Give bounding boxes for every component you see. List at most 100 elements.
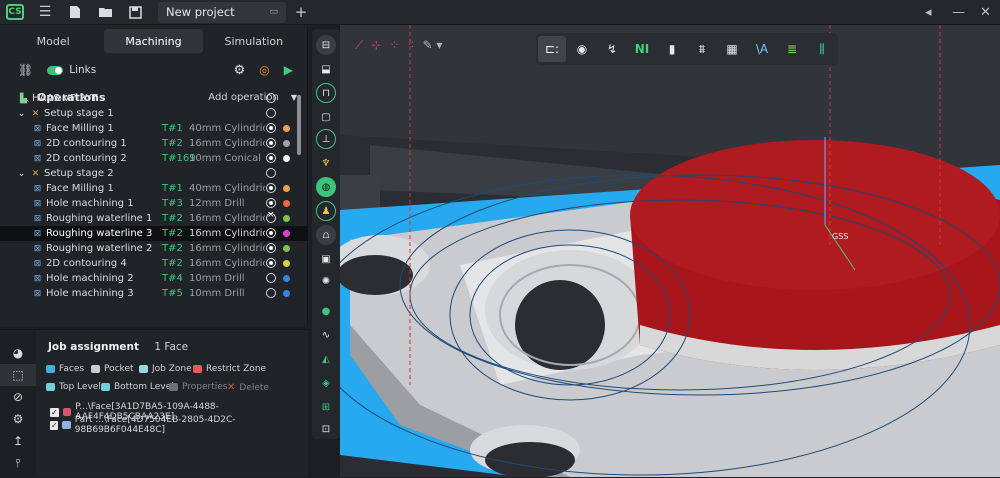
save-icon[interactable] (120, 0, 150, 25)
tree-item-label: Hole machining 1 (46, 198, 134, 209)
job-tool-bottom-level[interactable]: Bottom Level (101, 382, 174, 392)
morph-op-icon[interactable]: ⊞ (316, 397, 336, 417)
sketch-point-icon[interactable]: ⁘ (389, 38, 399, 53)
run-play-icon[interactable]: ▶ (284, 63, 293, 77)
3d-viewport[interactable]: ⟋ ⊹ ⁘ ⁖ ✎ ▾ ⊏: ◉ ↯ NI ▮ ⩩ ▦ \A ≣ ⫼ GSS (340, 25, 1000, 477)
tree-operation-row[interactable]: ⊠ Roughing waterline 3 T#2 16mm Cylindrical… (0, 226, 308, 241)
job-tool-delete[interactable]: ✕ Delete (227, 382, 269, 393)
parameters-gear-icon[interactable]: ⚙ (0, 408, 36, 430)
job-assignment-icon[interactable]: ⬚ (0, 364, 36, 386)
job-tool-restrict-zone[interactable]: Restrict Zone (193, 364, 266, 374)
minimize-icon[interactable]: — (952, 0, 965, 25)
visibility-radio[interactable] (266, 210, 276, 223)
visibility-radio[interactable] (266, 108, 276, 118)
tab-model[interactable]: Model (4, 29, 102, 53)
tool-holder-icon[interactable]: ◉ (568, 36, 596, 62)
new-file-icon[interactable] (60, 0, 90, 25)
simulate-target-icon[interactable]: ◎ (259, 63, 269, 77)
tree-setup-row[interactable]: ⌄ ✕ Setup stage 1 (0, 106, 308, 121)
setup-icon[interactable]: ⊥ (316, 129, 336, 149)
visibility-radio[interactable] (266, 183, 276, 193)
measure-icon[interactable]: ✎ ▾ (423, 38, 443, 53)
tree-operation-row[interactable]: ⊠2D contouring 2T#16910mm Conical m (0, 151, 308, 166)
job-tool-pocket[interactable]: Pocket (91, 364, 134, 374)
user-icon[interactable]: ◂ (925, 0, 932, 25)
tree-operation-row[interactable]: ⊠ Hole machining 2 T#4 10mm Drill (0, 271, 308, 286)
pocket-op-icon[interactable]: ◍ (316, 177, 336, 197)
probe-icon[interactable]: ♆ (316, 153, 336, 173)
visibility-radio[interactable] (266, 123, 276, 133)
visibility-radio[interactable] (266, 243, 276, 253)
add-tab-button[interactable]: + (286, 0, 316, 25)
link-chain-icon[interactable]: ⛓ (18, 63, 33, 77)
visibility-radio[interactable] (266, 198, 276, 208)
tree-operation-row[interactable]: ⊠ 2D contouring 1 T#2 16mm Cylindrical n (0, 136, 308, 151)
visibility-radio[interactable] (266, 258, 276, 268)
visibility-radio[interactable] (266, 153, 276, 163)
tab-machining[interactable]: Machining (104, 29, 203, 53)
expand-chevron-icon[interactable]: ⌄ (16, 108, 27, 119)
hamburger-menu-icon[interactable]: ☰ (30, 0, 60, 25)
face-checkbox[interactable]: ✓ (50, 420, 59, 430)
sketch-line-icon[interactable]: ⟋ (355, 38, 363, 53)
visibility-radio[interactable] (266, 288, 276, 298)
workpiece-icon[interactable]: ⬓ (316, 59, 336, 79)
tree-operation-row[interactable]: ⊠ Hole machining 1 T#3 12mm Drill (0, 196, 308, 211)
expand-chevron-icon[interactable]: ⌄ (16, 168, 27, 179)
sketch-arc-icon[interactable]: ⁖ (408, 38, 415, 53)
open-folder-icon[interactable] (90, 0, 120, 25)
waterline-op-icon[interactable]: ∿ (316, 325, 336, 345)
scallop-op-icon[interactable]: ◈ (316, 373, 336, 393)
tree-operation-row[interactable]: ⊠ Face Milling 1 T#1 40mm Cylindrical n (0, 121, 308, 136)
calculator-icon[interactable]: ▦ (718, 36, 746, 62)
visibility-radio[interactable] (266, 228, 276, 238)
stock-icon[interactable]: ⊟ (316, 35, 336, 55)
close-icon[interactable]: ✕ (980, 0, 991, 25)
nc-code-icon[interactable]: NI (628, 36, 656, 62)
app-logo-icon[interactable]: CS (0, 0, 30, 25)
drill-op-icon[interactable]: ● (316, 301, 336, 321)
face-list-item[interactable]: ✓ Part ...\Face[4D7504EB-2805-4D2C-98B69… (50, 415, 308, 435)
vector-icon[interactable]: \A (748, 36, 776, 62)
face-op-icon[interactable]: ⩍ (316, 225, 336, 245)
links-icon[interactable]: ⫯ (0, 452, 36, 474)
blank-icon[interactable]: ▢ (316, 107, 336, 127)
visibility-radio[interactable] (266, 168, 276, 178)
selection-mode-icon[interactable]: ⊏: (538, 36, 566, 62)
contour-op-icon[interactable]: ▣ (316, 249, 336, 269)
tree-operation-row[interactable]: ⊠ Hole machining 3 T#5 10mm Drill (0, 286, 308, 299)
finishing-op-icon[interactable]: ◭ (316, 349, 336, 369)
tree-operation-row[interactable]: ⊠ Face Milling 1 T#1 40mm Cylindrical n (0, 181, 308, 196)
fixture-icon[interactable]: ⊓ (316, 83, 336, 103)
job-tool-top-level[interactable]: Top Level (46, 382, 101, 392)
tree-operation-row[interactable]: ⊠ Roughing waterline 2 T#2 16mm Cylindrical… (0, 241, 308, 256)
strategy-icon[interactable]: ⊘ (0, 386, 36, 408)
tree-setup-row[interactable]: ⌄ ✕ Setup stage 2 (0, 166, 308, 181)
tool-sphere-icon[interactable]: ◕ (0, 342, 36, 364)
document-icon[interactable]: ▮ (658, 36, 686, 62)
spindle-icon[interactable]: ↯ (598, 36, 626, 62)
tree-operation-row[interactable]: ⊠ Roughing waterline 1 T#2 16mm Cylindrical… (0, 210, 308, 226)
layers-icon[interactable]: ≣ (778, 36, 806, 62)
tree-machine-row[interactable]: ▙ HAAS VF-2YT (0, 91, 308, 106)
visibility-radio[interactable] (266, 273, 276, 283)
visibility-radio[interactable] (266, 138, 276, 148)
job-tool-properties[interactable]: Properties (169, 382, 227, 392)
project-tab[interactable]: New project ▭ (158, 1, 286, 23)
job-tool-faces[interactable]: Faces (46, 364, 84, 374)
job-tool-job-zone[interactable]: Job Zone (139, 364, 192, 374)
tool-op-icon[interactable]: ♟ (316, 201, 336, 221)
settings-gear-icon[interactable]: ⚙ (234, 63, 246, 78)
links-toggle[interactable] (47, 65, 64, 75)
tree-operation-row[interactable]: ⊠ 2D contouring 4 T#2 16mm Cylindrical n (0, 256, 308, 271)
statistics-icon[interactable]: ⫼ (808, 36, 836, 62)
tab-simulation[interactable]: Simulation (205, 29, 303, 53)
sketch-axis-icon[interactable]: ⊹ (371, 38, 381, 53)
machine-icon[interactable]: ⩩ (688, 36, 716, 62)
more-ops-icon[interactable]: ⊡ (316, 419, 336, 439)
adaptive-op-icon[interactable]: ✺ (316, 271, 336, 291)
tree-scrollbar[interactable] (297, 95, 301, 155)
feed-icon[interactable]: ↥ (0, 430, 36, 452)
machining-scene[interactable] (340, 25, 1000, 477)
visibility-radio[interactable] (266, 93, 276, 103)
